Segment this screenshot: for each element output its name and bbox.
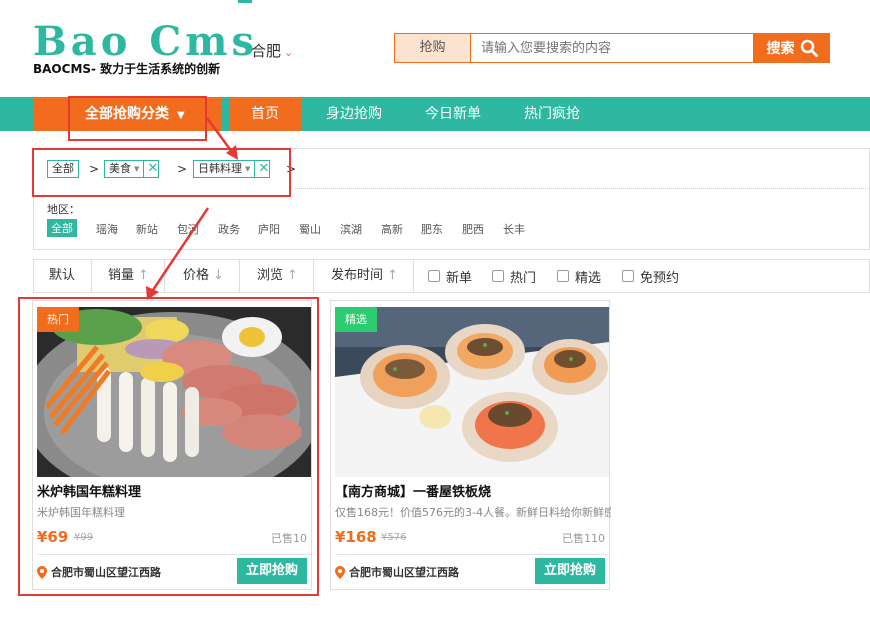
annotation-arrows (146, 117, 238, 300)
